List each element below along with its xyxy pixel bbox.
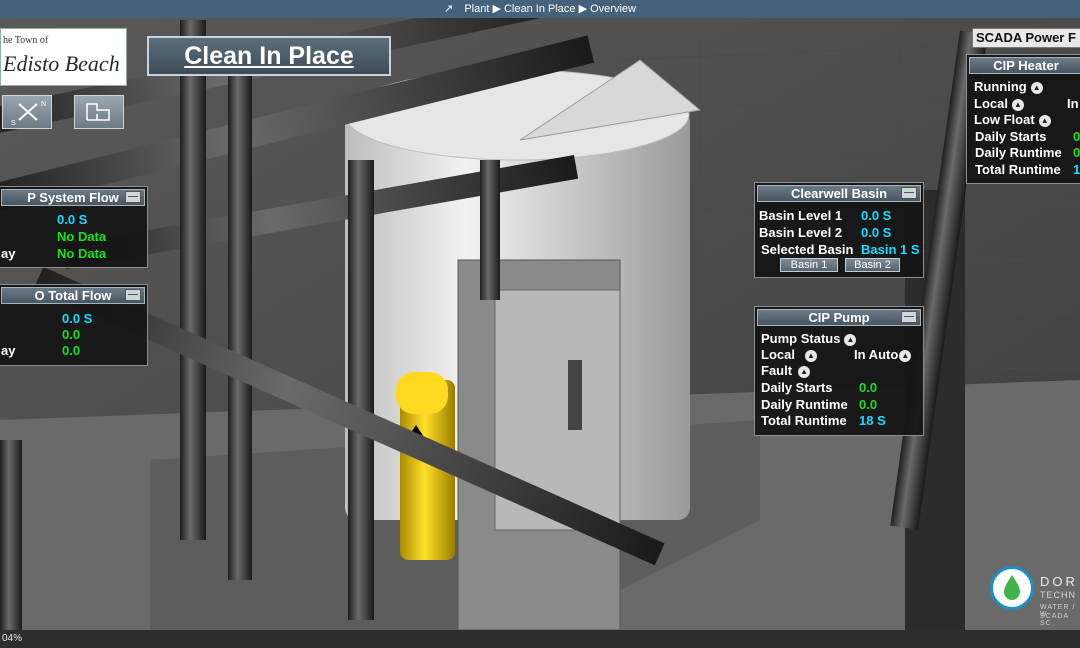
heater-in-label: In bbox=[1067, 96, 1079, 111]
alarm-indicator-icon[interactable]: ▲ bbox=[798, 365, 811, 378]
breadcrumb[interactable]: Plant ▶ Clean In Place ▶ Overview bbox=[464, 3, 636, 15]
compass-icon: S N bbox=[11, 101, 46, 127]
basin-level-2-label: Basin Level 2 bbox=[759, 225, 843, 240]
heater-daily-runtime-value: 0 bbox=[1073, 145, 1080, 160]
total-flow-value: 0.0 S bbox=[62, 311, 93, 326]
selected-basin-label: Selected Basin bbox=[761, 242, 854, 257]
page-title-text: Clean In Place bbox=[184, 42, 354, 70]
svg-text:S: S bbox=[11, 120, 16, 127]
pump-status-row: Pump Status ▲ bbox=[761, 331, 857, 346]
pump-fault-row: Fault ▲ bbox=[761, 363, 811, 378]
logo-name: Edisto Beach bbox=[3, 51, 120, 76]
panel-header: Clearwell Basin bbox=[757, 185, 921, 202]
water-drop-icon bbox=[1004, 575, 1020, 600]
basin-level-2-value: 0.0 S bbox=[861, 225, 892, 240]
heater-running-label: Running bbox=[974, 79, 1027, 94]
clearwell-basin-panel: Clearwell Basin Basin Level 1 0.0 S Basi… bbox=[754, 182, 924, 278]
panel-header: CIP Pump bbox=[757, 309, 921, 326]
pump-local-row: Local ▲ bbox=[761, 347, 817, 362]
pump-local-label: Local bbox=[761, 347, 795, 362]
svg-text:N: N bbox=[41, 101, 46, 108]
pump-total-runtime-value: 18 S bbox=[859, 413, 886, 428]
heater-float-row: Low Float ▲ bbox=[974, 112, 1051, 127]
alarm-indicator-icon[interactable]: ▲ bbox=[1030, 81, 1043, 94]
alarm-indicator-icon[interactable]: ▲ bbox=[1038, 114, 1051, 127]
system-flow-value: 0.0 S bbox=[57, 212, 88, 227]
basin-2-button[interactable]: Basin 2 bbox=[845, 258, 900, 272]
system-flow-total: No Data bbox=[57, 229, 107, 244]
heater-daily-starts-label: Daily Starts bbox=[975, 129, 1047, 144]
cip-total-flow-panel: O Total Flow 0.0 S 0.0 ay 0.0 bbox=[0, 284, 148, 366]
heater-daily-runtime-label: Daily Runtime bbox=[975, 145, 1062, 160]
calendar-icon[interactable] bbox=[901, 311, 917, 323]
breadcrumb-bar: ↗ Plant ▶ Clean In Place ▶ Overview bbox=[0, 0, 1080, 18]
pump-fault-label: Fault bbox=[761, 363, 793, 378]
basin-level-1-label: Basin Level 1 bbox=[759, 208, 843, 223]
dorsett-name: DOR bbox=[1040, 574, 1078, 589]
pump-daily-runtime-label: Daily Runtime bbox=[761, 397, 848, 412]
panel-title: P System Flow bbox=[27, 190, 119, 205]
calendar-icon[interactable] bbox=[125, 289, 141, 301]
external-link-icon[interactable]: ↗ bbox=[444, 3, 453, 15]
alarm-indicator-icon[interactable]: ▲ bbox=[804, 349, 817, 362]
alarm-indicator-icon[interactable]: ▲ bbox=[899, 349, 912, 362]
cip-system-flow-panel: P System Flow 0.0 S No Data ay No Data bbox=[0, 186, 148, 268]
heater-local-label: Local bbox=[974, 96, 1008, 111]
alarm-indicator-icon[interactable]: ▲ bbox=[1011, 98, 1024, 111]
system-flow-today-value: No Data bbox=[57, 246, 107, 261]
page-title: Clean In Place bbox=[147, 36, 391, 76]
cip-heater-panel: CIP Heater Running ▲ Local ▲ In Low Float ▲… bbox=[966, 54, 1080, 184]
pump-daily-starts-value: 0.0 bbox=[859, 380, 878, 395]
scada-power-link[interactable]: SCADA Power F bbox=[972, 28, 1080, 48]
status-bar: 04% bbox=[0, 630, 1080, 648]
logo-subtitle: he Town of bbox=[3, 35, 49, 46]
dorsett-logo-icon bbox=[990, 566, 1034, 610]
pump-daily-starts-label: Daily Starts bbox=[761, 380, 833, 395]
panel-header: O Total Flow bbox=[1, 287, 145, 304]
panel-header: P System Flow bbox=[1, 189, 145, 206]
zoom-level: 04% bbox=[2, 633, 23, 644]
panel-title: Clearwell Basin bbox=[790, 186, 888, 201]
pump-auto-label: In Auto bbox=[854, 347, 899, 362]
total-flow-today-label: ay bbox=[1, 343, 16, 358]
pump-daily-runtime-value: 0.0 bbox=[859, 397, 878, 412]
compass-nav-button[interactable]: S N bbox=[2, 95, 52, 129]
alarm-indicator-icon[interactable]: ▲ bbox=[844, 333, 857, 346]
system-flow-today-label: ay bbox=[1, 246, 16, 261]
total-flow-total: 0.0 bbox=[62, 327, 81, 342]
panel-title: CIP Heater bbox=[993, 58, 1059, 73]
floorplan-nav-button[interactable] bbox=[74, 95, 124, 129]
pump-status-label: Pump Status bbox=[761, 331, 841, 346]
pump-total-runtime-label: Total Runtime bbox=[761, 413, 847, 428]
calendar-icon[interactable] bbox=[901, 187, 917, 199]
floorplan-icon bbox=[86, 103, 110, 121]
heater-total-runtime-value: 1 bbox=[1073, 162, 1080, 177]
cip-pump-panel: CIP Pump Pump Status ▲ Local ▲ In Auto ▲ Fa… bbox=[754, 306, 924, 436]
town-logo: he Town of Edisto Beach bbox=[0, 28, 127, 86]
selected-basin-value: Basin 1 S bbox=[861, 242, 920, 257]
panel-title: CIP Pump bbox=[808, 310, 870, 325]
dorsett-sub: TECHN bbox=[1040, 590, 1076, 600]
heater-local-row: Local ▲ bbox=[974, 96, 1024, 111]
basin-level-1-value: 0.0 S bbox=[861, 208, 892, 223]
heater-total-runtime-label: Total Runtime bbox=[975, 162, 1061, 177]
pump-auto-row: In Auto ▲ bbox=[854, 347, 912, 362]
heater-daily-starts-value: 0 bbox=[1073, 129, 1080, 144]
heater-running-row: Running ▲ bbox=[974, 79, 1043, 94]
dorsett-sub3: SCADA SC bbox=[1040, 613, 1069, 627]
heater-float-label: Low Float bbox=[974, 112, 1035, 127]
basin-1-button[interactable]: Basin 1 bbox=[780, 258, 838, 272]
total-flow-today-value: 0.0 bbox=[62, 343, 81, 358]
panel-header: CIP Heater bbox=[969, 57, 1080, 74]
calendar-icon[interactable] bbox=[125, 191, 141, 203]
panel-title: O Total Flow bbox=[34, 288, 112, 303]
